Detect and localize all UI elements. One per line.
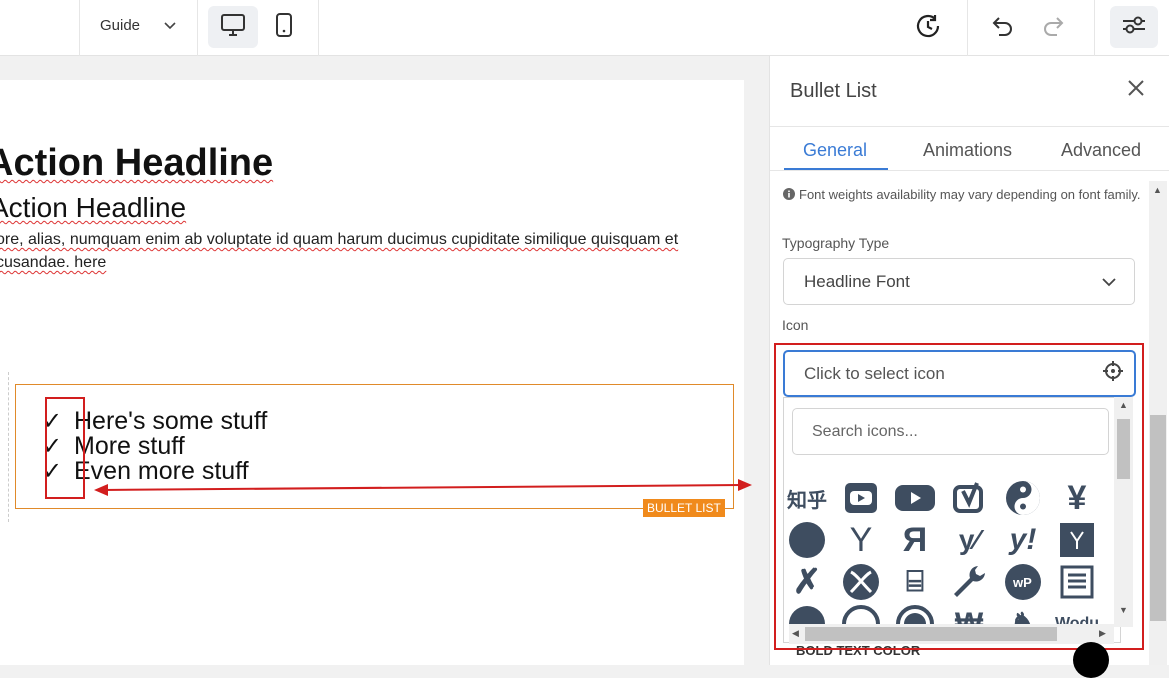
tab-general[interactable]: General [803, 140, 867, 161]
widget-type-badge[interactable]: BULLET LIST [643, 499, 725, 517]
toolbar-divider [197, 0, 198, 56]
undo-button[interactable] [984, 8, 1022, 48]
toolbar-divider [318, 0, 319, 56]
info-text: Font weights availability may vary depen… [799, 187, 1141, 202]
subheadline[interactable]: Action Headline [0, 192, 186, 224]
divider [770, 126, 1169, 127]
tab-animations[interactable]: Animations [923, 140, 1012, 161]
headline[interactable]: Action Headline [0, 142, 273, 185]
close-icon [1126, 80, 1146, 102]
font-weight-info: Font weights availability may vary depen… [783, 182, 1143, 209]
info-circle-icon [783, 183, 795, 209]
guide-label: Guide [100, 17, 141, 34]
chevron-down-icon [164, 17, 176, 34]
redo-icon [1041, 15, 1065, 42]
typography-type-label: Typography Type [782, 235, 890, 251]
panel-vertical-scrollbar[interactable]: ▲ [1149, 181, 1167, 665]
toolbar-divider [79, 0, 80, 56]
bold-text-color-swatch[interactable] [1073, 642, 1109, 678]
mobile-icon [275, 12, 293, 43]
scrollbar-thumb[interactable] [1150, 415, 1166, 621]
history-clock-icon [915, 13, 941, 44]
desktop-icon [220, 13, 246, 42]
desktop-view-button[interactable] [208, 6, 258, 48]
divider [770, 170, 1169, 171]
guide-dropdown[interactable]: Guide [100, 17, 176, 34]
section-outline [0, 372, 9, 522]
typography-type-value: Headline Font [804, 271, 910, 291]
scroll-up-arrow-icon[interactable]: ▲ [1153, 185, 1162, 195]
highlight-box-checkmarks [45, 397, 85, 499]
redo-button[interactable] [1034, 8, 1072, 48]
icon-label: Icon [782, 317, 809, 333]
sliders-icon [1121, 14, 1147, 41]
paragraph-text[interactable]: ore, alias, numquam enim ab voluptate id… [0, 228, 736, 274]
tab-advanced[interactable]: Advanced [1061, 140, 1141, 161]
close-panel-button[interactable] [1126, 78, 1146, 103]
mobile-view-button[interactable] [264, 6, 304, 48]
panel-title: Bullet List [790, 80, 877, 102]
toolbar-divider [967, 0, 968, 56]
toolbar-divider [1094, 0, 1095, 56]
settings-toggle-button[interactable] [1110, 6, 1158, 48]
top-toolbar: Guide [0, 0, 1169, 56]
chevron-down-icon [1102, 272, 1116, 292]
highlight-box-icon-picker [774, 343, 1144, 650]
annotation-double-arrow-icon [94, 479, 752, 496]
typography-type-select[interactable]: Headline Font [783, 258, 1135, 305]
page-canvas: Action Headline Action Headline ore, ali… [0, 80, 744, 665]
undo-icon [991, 15, 1015, 42]
history-button[interactable] [906, 8, 950, 48]
